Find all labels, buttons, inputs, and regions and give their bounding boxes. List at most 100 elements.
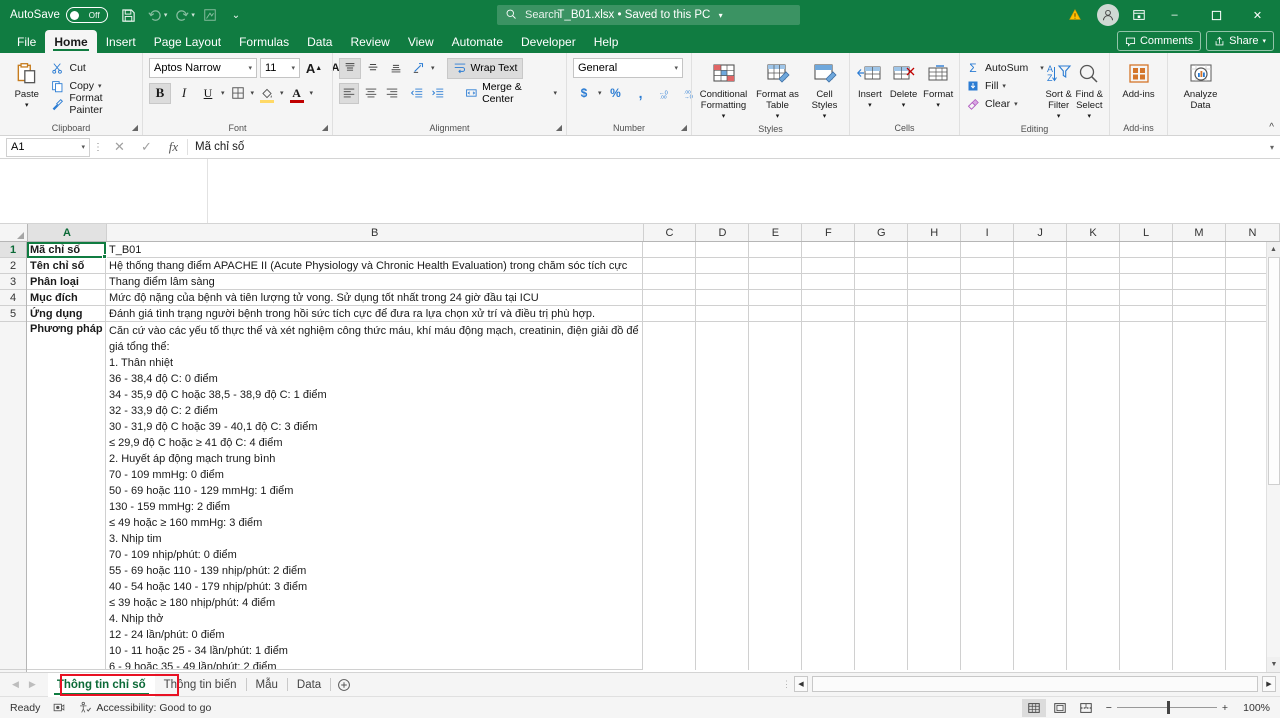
cell-C5[interactable]	[643, 306, 696, 322]
analyze-data-button[interactable]: Analyze Data	[1175, 57, 1227, 111]
cell-J2[interactable]	[1014, 258, 1067, 274]
borders-chevron-icon[interactable]: ▾	[251, 89, 255, 97]
cell-B2[interactable]: Hệ thống thang điểm APACHE II (Acute Phy…	[106, 258, 643, 274]
font-color-button[interactable]: A	[286, 83, 308, 104]
cell-D4[interactable]	[696, 290, 749, 306]
zoom-level-label[interactable]: 100%	[1236, 702, 1270, 714]
number-format-chevron-icon[interactable]: ▾	[674, 64, 678, 72]
scroll-up-button[interactable]: ▲	[1267, 242, 1280, 257]
cell-L1[interactable]	[1120, 242, 1173, 258]
increase-decimal-button[interactable]: ←0.00	[655, 83, 677, 104]
format-as-table-chevron-icon[interactable]: ▾	[776, 111, 780, 122]
font-size-combo[interactable]: 11 ▾	[260, 58, 300, 78]
align-right-button[interactable]	[382, 83, 402, 104]
page-break-preview-button[interactable]	[1074, 699, 1098, 717]
cell-L3[interactable]	[1120, 274, 1173, 290]
add-sheet-button[interactable]	[331, 678, 357, 692]
increase-font-size-button[interactable]: A ▲	[303, 58, 325, 79]
align-middle-button[interactable]	[362, 58, 384, 79]
column-header-H[interactable]: H	[908, 224, 962, 241]
formula-bar-grip[interactable]: ⋮	[90, 142, 106, 153]
name-box[interactable]: A1 ▾	[6, 137, 90, 157]
column-header-E[interactable]: E	[749, 224, 803, 241]
conditional-formatting-button[interactable]: Conditional Formatting ▾	[697, 57, 751, 122]
orientation-button[interactable]	[408, 58, 430, 79]
cell-E5[interactable]	[749, 306, 802, 322]
column-header-A[interactable]: A	[27, 224, 107, 241]
cell-M5[interactable]	[1173, 306, 1226, 322]
comments-button[interactable]: Comments	[1116, 31, 1202, 51]
format-painter-button[interactable]: Format Painter	[50, 92, 139, 116]
ribbon-tab-automate[interactable]: Automate	[443, 30, 512, 53]
format-cells-chevron-icon[interactable]: ▾	[936, 100, 940, 111]
zoom-out-button[interactable]: −	[1106, 702, 1112, 714]
search-input[interactable]	[525, 9, 792, 21]
cancel-icon[interactable]: ✕	[106, 139, 133, 155]
cell-H4[interactable]	[908, 290, 961, 306]
cell-A1[interactable]: Mã chỉ số	[27, 242, 106, 258]
cell-D1[interactable]	[696, 242, 749, 258]
cell-E3[interactable]	[749, 274, 802, 290]
cell-I1[interactable]	[961, 242, 1014, 258]
clipboard-dialog-launcher-icon[interactable]: ◢	[132, 121, 138, 135]
cell-G5[interactable]	[855, 306, 908, 322]
ribbon-tab-formulas[interactable]: Formulas	[230, 30, 298, 53]
insert-function-icon[interactable]: fx	[160, 139, 187, 155]
vertical-scrollbar[interactable]: ▲ ▼	[1266, 242, 1280, 672]
cell-C1[interactable]	[643, 242, 696, 258]
row-header-1[interactable]: 1	[0, 242, 26, 258]
share-chevron-icon[interactable]: ▾	[1262, 37, 1266, 45]
fill-color-chevron-icon[interactable]: ▾	[280, 89, 284, 97]
column-header-L[interactable]: L	[1120, 224, 1174, 241]
ribbon-display-options-icon[interactable]	[1126, 8, 1152, 22]
cell-I2[interactable]	[961, 258, 1014, 274]
ribbon-tab-developer[interactable]: Developer	[512, 30, 585, 53]
cell-B5[interactable]: Đánh giá tình trạng người bệnh trong hồi…	[106, 306, 643, 322]
cell-A6[interactable]: Phương pháp	[27, 322, 106, 670]
bold-button[interactable]: B	[149, 82, 171, 104]
delete-cells-button[interactable]: Delete ▾	[887, 57, 921, 111]
scrollbar-grip-icon[interactable]: ⋮	[782, 679, 791, 690]
font-dialog-launcher-icon[interactable]: ◢	[322, 121, 328, 135]
font-name-combo[interactable]: Aptos Narrow ▾	[149, 58, 257, 78]
cell-J1[interactable]	[1014, 242, 1067, 258]
insert-cells-chevron-icon[interactable]: ▾	[868, 100, 872, 111]
undo-dropdown-icon[interactable]: ▾	[164, 11, 168, 19]
column-header-G[interactable]: G	[855, 224, 909, 241]
horizontal-scrollbar[interactable]: ⋮ ◀ ▶	[782, 676, 1276, 692]
column-header-J[interactable]: J	[1014, 224, 1068, 241]
align-top-button[interactable]	[339, 57, 361, 79]
cell-I4[interactable]	[961, 290, 1014, 306]
cell-K2[interactable]	[1067, 258, 1120, 274]
zoom-thumb[interactable]	[1166, 701, 1170, 714]
cell-F6[interactable]	[802, 322, 855, 670]
cell-J4[interactable]	[1014, 290, 1067, 306]
scroll-left-button[interactable]: ◀	[794, 676, 808, 692]
merge-center-button[interactable]: Merge & Center ▾	[460, 81, 562, 105]
cell-J5[interactable]	[1014, 306, 1067, 322]
cell-A4[interactable]: Mục đích	[27, 290, 106, 306]
cell-E6[interactable]	[749, 322, 802, 670]
find-select-chevron-icon[interactable]: ▾	[1088, 111, 1092, 122]
redo-dropdown-icon[interactable]: ▾	[191, 11, 195, 19]
cell-B4[interactable]: Mức độ nặng của bệnh và tiên lượng tử vo…	[106, 290, 643, 306]
cell-E2[interactable]	[749, 258, 802, 274]
number-format-combo[interactable]: General ▾	[573, 58, 683, 78]
scroll-right-button[interactable]: ▶	[1262, 676, 1276, 692]
cell-G3[interactable]	[855, 274, 908, 290]
cell-styles-button[interactable]: Cell Styles ▾	[805, 57, 845, 122]
fill-chevron-icon[interactable]: ▾	[1002, 82, 1006, 90]
orientation-chevron-icon[interactable]: ▾	[431, 64, 435, 72]
row-header-3[interactable]: 3	[0, 274, 26, 290]
ribbon-tab-view[interactable]: View	[399, 30, 443, 53]
clear-button[interactable]: Clear ▾	[965, 95, 1044, 113]
collapse-ribbon-icon[interactable]: ^	[1269, 122, 1274, 133]
cell-M6[interactable]	[1173, 322, 1226, 670]
cell-M2[interactable]	[1173, 258, 1226, 274]
cell-L2[interactable]	[1120, 258, 1173, 274]
warning-icon[interactable]	[1060, 8, 1090, 22]
cell-D6[interactable]	[696, 322, 749, 670]
row-header-2[interactable]: 2	[0, 258, 26, 274]
zoom-slider[interactable]: − +	[1106, 701, 1228, 714]
name-box-chevron-icon[interactable]: ▾	[81, 143, 85, 151]
